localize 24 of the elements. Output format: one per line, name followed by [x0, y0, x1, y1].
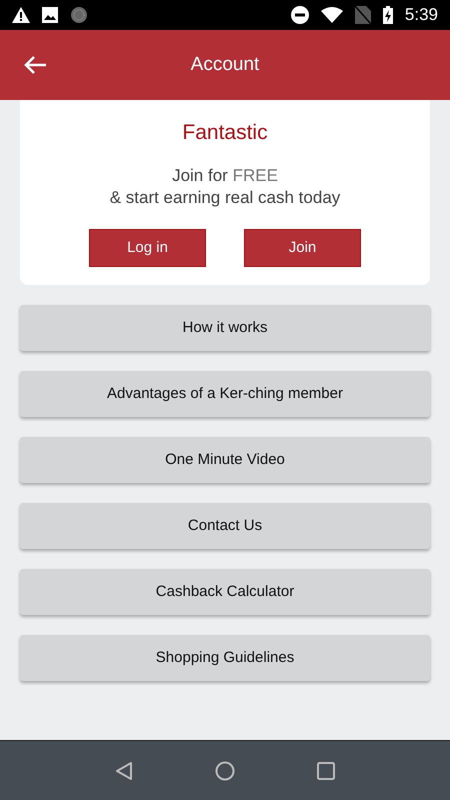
menu-button[interactable]: Contact Us — [20, 503, 430, 550]
recents-nav-icon[interactable] — [317, 762, 335, 780]
clock-time: 5:39 — [404, 4, 438, 26]
join-button[interactable]: Join — [244, 229, 361, 268]
menu-button[interactable]: Advantages of a Ker-ching member — [20, 371, 430, 418]
back-arrow-icon — [23, 55, 47, 75]
wifi-icon — [320, 7, 343, 23]
menu-button[interactable]: Shopping Guidelines — [20, 635, 430, 682]
image-icon — [42, 7, 58, 23]
do-not-disturb-icon — [290, 6, 309, 24]
warning-icon — [12, 7, 30, 23]
login-button[interactable]: Log in — [89, 229, 206, 268]
no-sim-icon — [354, 6, 371, 24]
battery-icon — [382, 6, 393, 24]
loading-icon — [70, 6, 88, 24]
promo-text: & start earning real cash today — [108, 187, 342, 210]
menu-button[interactable]: Cashback Calculator — [20, 569, 430, 616]
menu-button[interactable]: How it works — [20, 305, 430, 352]
home-nav-icon[interactable] — [215, 760, 235, 780]
page-title: Account — [190, 52, 260, 77]
promo-text: Join for FREE — [171, 165, 279, 188]
menu-button[interactable]: One Minute Video — [20, 437, 430, 484]
back-nav-icon[interactable] — [115, 760, 133, 780]
promo-title: Fantastic — [181, 120, 269, 146]
